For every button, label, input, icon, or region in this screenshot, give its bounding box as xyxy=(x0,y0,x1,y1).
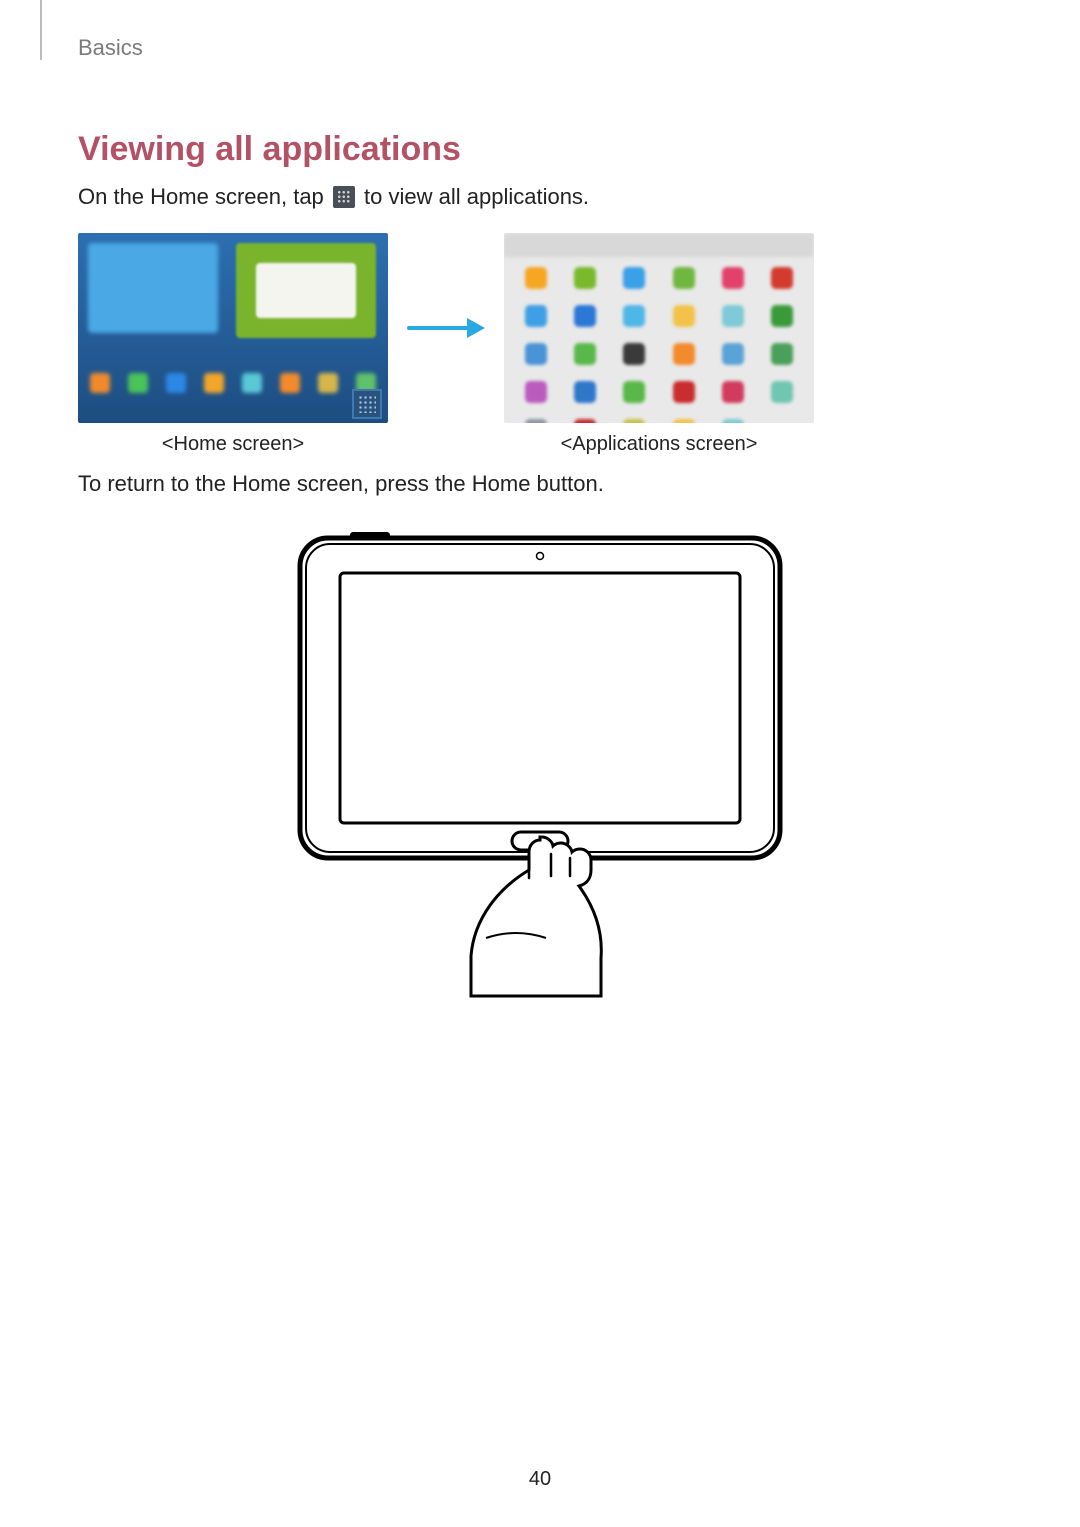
app-tile xyxy=(673,343,695,365)
apps-button-icon xyxy=(352,389,382,419)
app-tile xyxy=(722,305,744,327)
home-screen-thumbnail xyxy=(78,233,388,423)
app-tile xyxy=(623,419,645,423)
app-tile xyxy=(673,419,695,423)
hand-pointer-icon xyxy=(471,837,601,996)
screens-row xyxy=(78,233,1002,423)
app-tile xyxy=(673,381,695,403)
caption-row: <Home screen> <Applications screen> xyxy=(78,433,1002,456)
arrow-right-icon xyxy=(406,308,486,348)
app-tile xyxy=(771,343,793,365)
app-tile xyxy=(623,305,645,327)
page-number: 40 xyxy=(0,1468,1080,1491)
tablet-illustration xyxy=(78,518,1002,998)
app-tile xyxy=(525,305,547,327)
app-tile xyxy=(673,305,695,327)
app-tile xyxy=(525,267,547,289)
app-tile xyxy=(771,305,793,327)
app-tile xyxy=(771,267,793,289)
app-tile xyxy=(574,419,596,423)
app-tile xyxy=(771,381,793,403)
app-tile xyxy=(673,267,695,289)
app-tile xyxy=(574,343,596,365)
intro-text-before: On the Home screen, tap xyxy=(78,184,330,209)
app-tile xyxy=(525,419,547,423)
home-dock xyxy=(78,373,388,403)
app-tile xyxy=(574,267,596,289)
apps-caption: <Applications screen> xyxy=(504,433,814,456)
home-widget xyxy=(88,243,218,333)
app-tile xyxy=(722,267,744,289)
app-tile xyxy=(623,343,645,365)
home-caption: <Home screen> xyxy=(78,433,388,456)
apps-grid-icon xyxy=(333,186,355,208)
app-tile xyxy=(574,381,596,403)
return-paragraph: To return to the Home screen, press the … xyxy=(78,468,1002,500)
apps-grid xyxy=(520,267,798,413)
section-label: Basics xyxy=(78,35,143,61)
app-tile xyxy=(623,381,645,403)
app-tile xyxy=(574,305,596,327)
applications-screen-thumbnail xyxy=(504,233,814,423)
app-tile xyxy=(525,343,547,365)
manual-page: Basics Viewing all applications On the H… xyxy=(0,0,1080,1527)
app-tile xyxy=(722,419,744,423)
intro-paragraph: On the Home screen, tap to view all appl… xyxy=(78,181,1002,213)
app-tile xyxy=(525,381,547,403)
page-title: Viewing all applications xyxy=(78,130,1002,169)
intro-text-after: to view all applications. xyxy=(364,184,589,209)
app-tile xyxy=(623,267,645,289)
home-book-widget xyxy=(236,243,376,338)
apps-tabs xyxy=(504,233,814,257)
app-tile xyxy=(722,381,744,403)
app-tile xyxy=(722,343,744,365)
header-rule xyxy=(40,0,42,60)
